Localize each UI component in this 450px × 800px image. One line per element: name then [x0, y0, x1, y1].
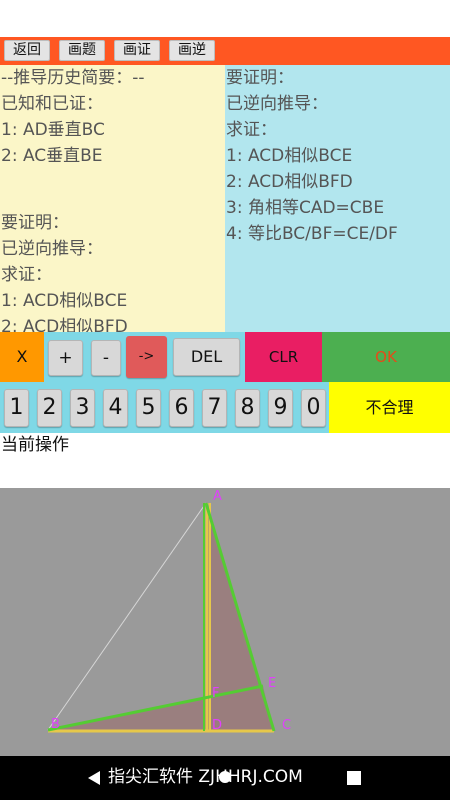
point-label-f: F [212, 686, 219, 701]
top-toolbar: 返回 画题 画证 画逆 [0, 37, 450, 65]
prove-line: 2: ACD相似BFD [226, 172, 353, 192]
history-line: 1: AD垂直BC [1, 120, 105, 140]
point-label-b: B [51, 717, 60, 732]
current-operation-label: 当前操作 [1, 435, 69, 455]
history-line: 求证： [1, 265, 52, 285]
digit-key-3[interactable]: 3 [70, 389, 95, 427]
back-triangle-icon[interactable] [86, 770, 102, 786]
prove-line: 要证明： [226, 68, 294, 88]
delete-key[interactable]: DEL [173, 338, 240, 376]
digit-key-5[interactable]: 5 [136, 389, 161, 427]
history-line: 已知和已证： [1, 94, 103, 114]
back-button[interactable]: 返回 [4, 40, 50, 61]
point-label-d: D [212, 718, 222, 733]
clear-key[interactable]: CLR [245, 332, 322, 382]
point-label-a: A [213, 489, 222, 504]
history-line: 2: AC垂直BE [1, 146, 103, 166]
x-key[interactable]: X [0, 332, 44, 382]
geometry-diagram[interactable]: A B C D E F [0, 488, 450, 756]
draw-reverse-button[interactable]: 画逆 [169, 40, 215, 61]
triangle-bec-fill [48, 686, 274, 732]
history-line: 1: ACD相似BCE [1, 291, 128, 311]
history-line: 2: ACD相似BFD [1, 317, 128, 332]
prove-line: 已逆向推导： [226, 94, 328, 114]
unreasonable-key[interactable]: 不合理 [329, 382, 450, 433]
digit-key-9[interactable]: 9 [268, 389, 293, 427]
navbar-watermark-text: 指尖汇软件 ZJHHRJ.COM [108, 767, 303, 787]
prove-line: 3: 角相等CAD=CBE [226, 198, 385, 218]
digit-key-1[interactable]: 1 [4, 389, 29, 427]
app-screen: 返回 画题 画证 画逆 --推导历史简要：-- 已知和已证： 1: AD垂直BC… [0, 0, 450, 800]
arrow-key[interactable]: -> [126, 336, 167, 378]
digit-key-6[interactable]: 6 [169, 389, 194, 427]
geometry-canvas[interactable]: A B C D E F [0, 488, 450, 756]
digit-key-7[interactable]: 7 [202, 389, 227, 427]
history-line: 已逆向推导： [1, 239, 103, 259]
home-circle-icon[interactable] [218, 770, 232, 784]
digit-key-0[interactable]: 0 [301, 389, 326, 427]
point-label-e: E [268, 676, 276, 691]
draw-proof-button[interactable]: 画证 [114, 40, 160, 61]
digit-key-2[interactable]: 2 [37, 389, 62, 427]
prove-line: 1: ACD相似BCE [226, 146, 353, 166]
digit-key-4[interactable]: 4 [103, 389, 128, 427]
operator-keypad-row: X + - -> DEL CLR OK [0, 332, 450, 382]
minus-key[interactable]: - [91, 340, 121, 376]
plus-key[interactable]: + [48, 340, 83, 376]
segment-ab [47, 502, 207, 731]
digit-keypad-row: 1 2 3 4 5 6 7 8 9 0 不合理 [0, 382, 450, 433]
derivation-history-panel[interactable]: --推导历史简要：-- 已知和已证： 1: AD垂直BC 2: AC垂直BE 要… [0, 65, 225, 332]
draw-problem-button[interactable]: 画题 [59, 40, 105, 61]
history-line: 要证明： [1, 213, 69, 233]
digit-key-8[interactable]: 8 [235, 389, 260, 427]
to-prove-panel[interactable]: 要证明： 已逆向推导： 求证： 1: ACD相似BCE 2: ACD相似BFD … [225, 65, 450, 332]
recents-square-icon[interactable] [347, 771, 361, 785]
history-line: --推导历史简要：-- [1, 68, 145, 88]
system-navigation-bar: 指尖汇软件 ZJHHRJ.COM [0, 756, 450, 800]
prove-line: 4: 等比BC/BF=CE/DF [226, 224, 398, 244]
point-label-c: C [282, 718, 291, 733]
ok-key[interactable]: OK [322, 332, 450, 382]
prove-line: 求证： [226, 120, 277, 140]
